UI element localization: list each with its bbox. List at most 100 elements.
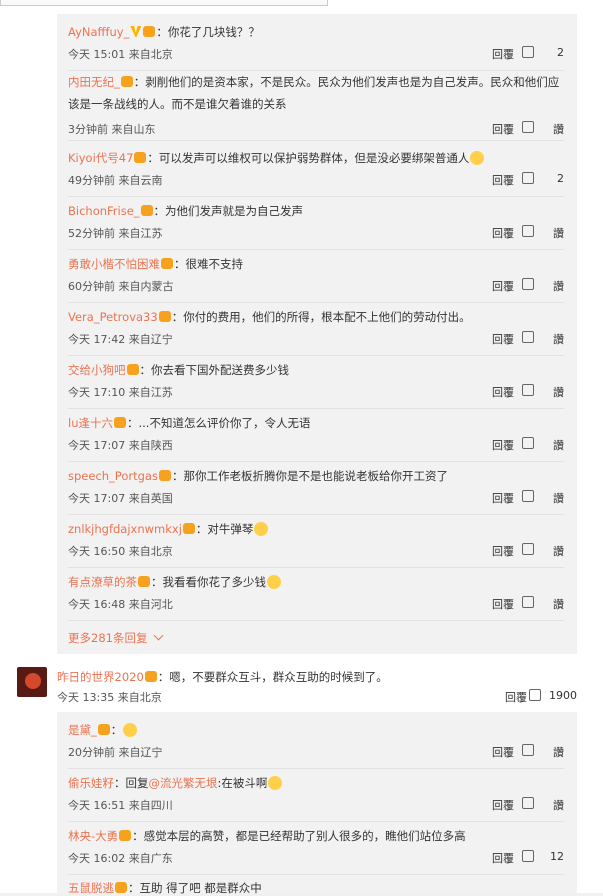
like-count: 1900 [549, 689, 577, 702]
reply-username[interactable]: 有点潦草的茶 [68, 575, 137, 589]
reply-location: 来自英国 [128, 492, 173, 505]
reply-item-partial: 五鼠脱逃 ：互助 得了吧 都是群众中 [68, 881, 262, 895]
reply-button[interactable]: 回覆 [492, 797, 514, 813]
like-count: 12 [550, 850, 564, 863]
reply-time: 今天 17:42 [68, 333, 126, 346]
like-button[interactable]: 讚 [522, 121, 564, 137]
like-button[interactable]: 讚 [522, 596, 564, 612]
like-button[interactable]: 讚 [522, 278, 564, 294]
like-button[interactable]: 12 [522, 850, 564, 863]
reply-item: speech_Portgas ：那你工作老板折腾你是不是也能说老板给你开工资了 今… [68, 462, 564, 515]
like-button[interactable]: 讚 [522, 744, 564, 760]
like-button[interactable]: 1900 [529, 689, 577, 702]
comment-username[interactable]: 昨日的世界2020 [57, 670, 144, 684]
reply-button[interactable]: 回覆 [492, 437, 514, 453]
reply-item: 勇敢小楷不怕困难 ：很难不支持 60分钟前 来自内蒙古 回覆讚 [68, 250, 564, 303]
reply-item: 内田无纪_ ：剥削他们的是资本家，不是民众。民众为他们发声也是为自己发声。民众和他… [68, 71, 564, 141]
reply-location: 来自辽宁 [128, 333, 173, 346]
reply-username[interactable]: 林央-大勇 [68, 829, 118, 843]
reply-text: ...不知道怎么评价你了，令人无语 [138, 416, 311, 430]
like-button[interactable]: 讚 [522, 437, 564, 453]
verified-badge-icon [130, 26, 142, 37]
comment-text: 嗯，不要群众互斗，群众互助的时候到了。 [169, 670, 388, 684]
thumbs-up-icon [522, 384, 534, 396]
reply-time: 今天 16:48 [68, 598, 126, 611]
reply-username[interactable]: Kiyoi代号47 [68, 151, 133, 165]
search-box-edge[interactable] [0, 0, 328, 6]
like-button[interactable]: 讚 [522, 331, 564, 347]
divider [68, 620, 564, 621]
reply-button[interactable]: 回覆 [492, 121, 514, 137]
reply-location: 来自广东 [128, 852, 173, 865]
reply-button[interactable]: 回覆 [492, 225, 514, 241]
reply-username[interactable]: 勇敢小楷不怕困难 [68, 257, 160, 271]
like-button[interactable]: 讚 [522, 225, 564, 241]
reply-time: 3分钟前 [68, 123, 108, 136]
avatar[interactable] [17, 667, 47, 697]
reply-time: 52分钟前 [68, 227, 115, 240]
reply-item: 偷乐娃籽：回复@流光繁无垠:在被斗啊 今天 16:51 来自四川 回覆讚 [68, 769, 564, 822]
thumbs-up-icon [522, 797, 534, 809]
reply-username[interactable]: 交给小狗吧 [68, 363, 126, 377]
like-count: 2 [557, 46, 564, 59]
reply-text: 在被斗啊 [221, 776, 268, 790]
like-button[interactable]: 讚 [522, 797, 564, 813]
reply-username[interactable]: 内田无纪_ [68, 75, 120, 89]
reply-text: 你去看下国外配送费多少钱 [151, 363, 289, 377]
reply-text: 那你工作老板折腾你是不是也能说老板给你开工资了 [183, 469, 448, 483]
reply-button[interactable]: 回覆 [492, 596, 514, 612]
like-button[interactable]: 2 [522, 46, 564, 59]
reply-text: 你付的费用，他们的所得，根本配不上他们的劳动付出。 [183, 310, 471, 324]
reply-button[interactable]: 回覆 [492, 278, 514, 294]
reply-button[interactable]: 回覆 [492, 384, 514, 400]
reply-text: 你花了几块钱？？ [167, 25, 260, 39]
like-button[interactable]: 讚 [522, 490, 564, 506]
svip-badge-icon [161, 258, 173, 269]
reply-button[interactable]: 回覆 [492, 46, 514, 62]
reply-button[interactable]: 回覆 [492, 490, 514, 506]
thumbs-up-icon [522, 278, 534, 290]
divider [68, 874, 564, 875]
reply-button[interactable]: 回覆 [492, 172, 514, 188]
reply-button[interactable]: 回覆 [492, 850, 514, 866]
reply-location: 来自江苏 [118, 227, 163, 240]
reply-username[interactable]: Vera_Petrova33 [68, 310, 158, 324]
like-button[interactable]: 2 [522, 172, 564, 185]
like-button[interactable]: 讚 [522, 543, 564, 559]
svip-badge-icon [144, 671, 157, 682]
more-replies-link[interactable]: 更多281条回复 [68, 630, 164, 646]
thumbs-up-icon [522, 543, 534, 555]
like-count: 讚 [553, 439, 564, 452]
top-bar [0, 0, 603, 15]
reply-username[interactable]: BichonFrise_ [68, 204, 140, 218]
reply-username[interactable]: 是黛_ [68, 723, 97, 737]
reply-prefix: 回复 [125, 776, 149, 790]
emoji-icon [470, 151, 485, 165]
like-count: 讚 [553, 492, 564, 505]
reply-text: 对牛弹琴 [207, 522, 254, 536]
reply-button[interactable]: 回覆 [492, 543, 514, 559]
reply-time: 49分钟前 [68, 174, 115, 187]
svip-badge-icon [134, 152, 147, 163]
reply-location: 来自云南 [118, 174, 163, 187]
reply-button[interactable]: 回覆 [492, 744, 514, 760]
like-count: 讚 [553, 746, 564, 759]
like-count: 讚 [553, 386, 564, 399]
reply-username[interactable]: AyNafffuy_ [68, 25, 129, 39]
reply-time: 今天 16:51 [68, 799, 126, 812]
reply-location: 来自河北 [128, 598, 173, 611]
like-button[interactable]: 讚 [522, 384, 564, 400]
reply-item: lu逢十六 ：...不知道怎么评价你了，令人无语 今天 17:07 来自陕西 回覆… [68, 409, 564, 462]
reply-button[interactable]: 回覆 [505, 689, 527, 705]
reply-username[interactable]: speech_Portgas [68, 469, 158, 483]
reply-username[interactable]: znlkjhgfdajxnwmkxj [68, 522, 182, 536]
reply-button[interactable]: 回覆 [492, 331, 514, 347]
mention-link[interactable]: @流光繁无垠 [149, 776, 218, 790]
sunglasses-emoji-icon [268, 776, 283, 790]
svip-badge-icon [115, 882, 127, 893]
svip-badge-icon [182, 523, 195, 534]
reply-username[interactable]: lu逢十六 [68, 416, 113, 430]
reply-text: 我看看你花了多少钱 [162, 575, 267, 589]
more-replies-label: 更多281条回复 [68, 631, 148, 645]
reply-username[interactable]: 偷乐娃籽 [68, 776, 114, 790]
